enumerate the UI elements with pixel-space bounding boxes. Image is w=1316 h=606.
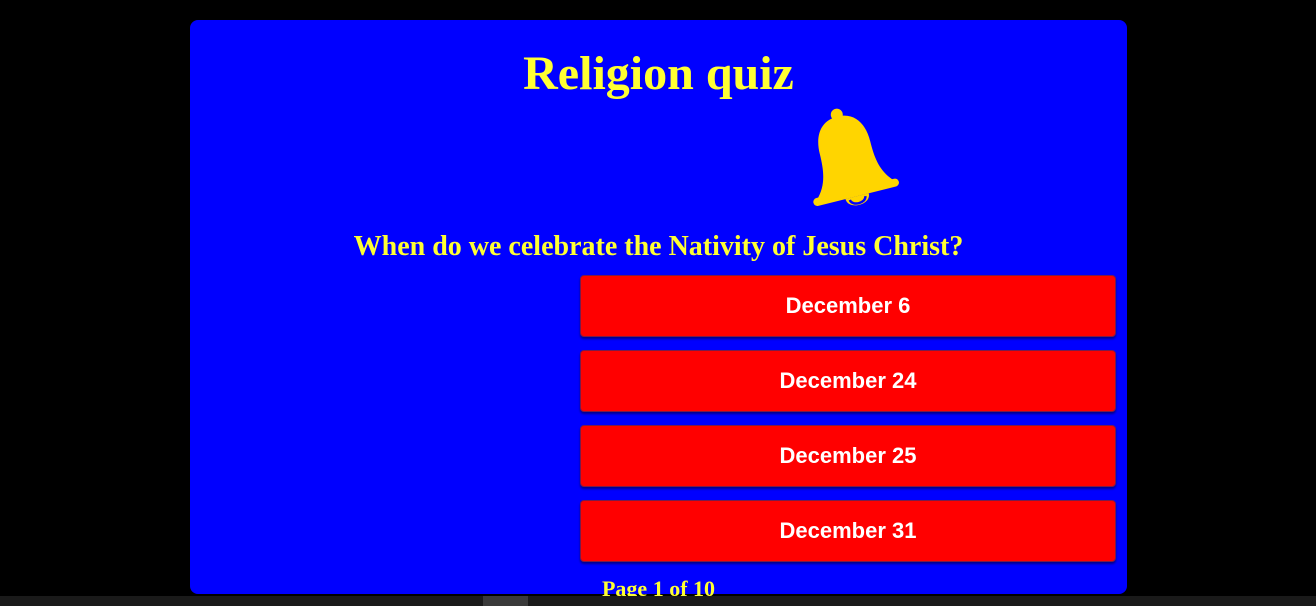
taskbar bbox=[0, 596, 1316, 606]
taskbar-active-item[interactable] bbox=[483, 596, 528, 606]
answer-button-3[interactable]: December 25 bbox=[580, 425, 1116, 487]
quiz-card: Religion quiz When do we celebrate the N… bbox=[190, 20, 1127, 601]
answer-button-4[interactable]: December 31 bbox=[580, 500, 1116, 562]
bell-icon bbox=[790, 104, 900, 216]
question-text: When do we celebrate the Nativity of Jes… bbox=[353, 231, 964, 262]
answer-button-1[interactable]: December 6 bbox=[580, 275, 1116, 337]
quiz-title: Religion quiz bbox=[523, 47, 794, 100]
page: Religion quiz When do we celebrate the N… bbox=[0, 0, 1316, 606]
answer-button-2[interactable]: December 24 bbox=[580, 350, 1116, 412]
